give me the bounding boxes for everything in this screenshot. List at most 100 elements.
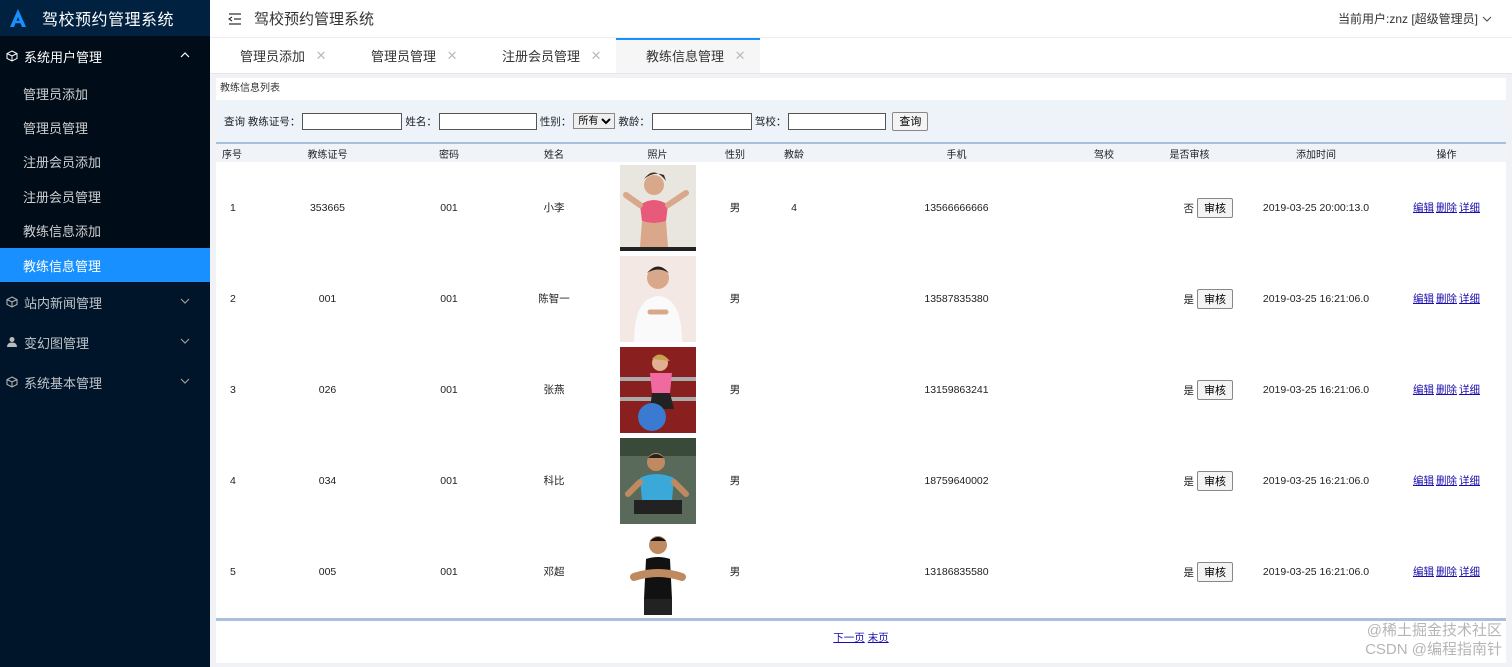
cell-password: 001 <box>440 292 458 305</box>
table-row: 3 026 001 张燕 男 13159863241 是 审核 2019-03-… <box>216 344 1506 435</box>
tab-admin-manage[interactable]: 管理员管理 ✕ <box>341 38 472 73</box>
sidebar-item-coach-add[interactable]: 教练信息添加 <box>0 214 210 248</box>
sidebar-item-label: 教练信息管理 <box>23 258 102 274</box>
sidebar-item-label: 教练信息添加 <box>23 224 102 240</box>
school-input[interactable] <box>788 112 887 130</box>
edit-link[interactable]: 编辑 <box>1413 202 1434 214</box>
name-input[interactable] <box>438 112 537 130</box>
edit-link[interactable]: 编辑 <box>1413 293 1434 305</box>
cell-name: 科比 <box>543 475 565 487</box>
current-user-label: 当前用户:znz [超级管理员] <box>1337 12 1478 26</box>
search-button[interactable]: 查询 <box>892 111 929 131</box>
detail-link[interactable]: 详细 <box>1459 475 1480 487</box>
menu-group-system-basic[interactable]: 系统基本管理 <box>0 362 210 402</box>
brand-title: 驾校预约管理系统 <box>42 12 175 29</box>
cell-teach-age <box>749 344 839 435</box>
table-row: 5 005 001 邓超 男 13186835580 是 审核 2019-03-… <box>216 526 1506 617</box>
audit-status: 是 <box>1183 475 1195 488</box>
last-page-link[interactable]: 末页 <box>868 632 889 644</box>
close-icon[interactable]: ✕ <box>446 48 458 63</box>
delete-link[interactable]: 删除 <box>1436 566 1457 578</box>
logo-icon <box>10 9 26 27</box>
chevron-down-icon <box>180 298 190 305</box>
header-title: 驾校预约管理系统 <box>254 11 375 28</box>
search-bar: 查询 教练证号： 姓名： 性别： 所有 教龄： 驾校： 查询 <box>216 100 1506 142</box>
sidebar: 驾校预约管理系统 系统用户管理 管理员添加 管理员管理 注册会员添加 注册会员管… <box>0 0 210 667</box>
cell-gender: 男 <box>729 384 741 396</box>
detail-link[interactable]: 详细 <box>1459 566 1480 578</box>
cell-phone: 13566666666 <box>924 201 989 214</box>
col-header: 序号 <box>216 144 271 162</box>
sidebar-item-admin-manage[interactable]: 管理员管理 <box>0 110 210 144</box>
close-icon[interactable]: ✕ <box>590 48 602 63</box>
delete-link[interactable]: 删除 <box>1436 202 1457 214</box>
col-header: 驾校 <box>1074 144 1134 162</box>
teach-age-input[interactable] <box>651 112 752 130</box>
cell-gender: 男 <box>729 566 741 578</box>
cell-teach-age <box>749 253 839 344</box>
tab-admin-add[interactable]: 管理员添加 ✕ <box>210 38 341 73</box>
sidebar-item-member-manage[interactable]: 注册会员管理 <box>0 179 210 213</box>
cell-no: 2 <box>230 292 236 305</box>
watermark: @稀土掘金技术社区 CSDN @编程指南针 <box>1365 621 1502 659</box>
audit-button[interactable]: 审核 <box>1197 288 1233 309</box>
cell-added-time: 2019-03-25 20:00:13.0 <box>1262 201 1370 214</box>
cube-icon <box>5 49 19 63</box>
audit-button[interactable]: 审核 <box>1197 561 1233 582</box>
close-icon[interactable]: ✕ <box>734 48 746 63</box>
cell-password: 001 <box>440 383 458 396</box>
sidebar-item-label: 管理员管理 <box>23 121 89 137</box>
sidebar-item-member-add[interactable]: 注册会员添加 <box>0 145 210 179</box>
tab-member-manage[interactable]: 注册会员管理 ✕ <box>472 38 616 73</box>
detail-link[interactable]: 详细 <box>1459 293 1480 305</box>
cell-no: 5 <box>230 565 236 578</box>
menu-group-carousel[interactable]: 变幻图管理 <box>0 322 210 362</box>
coach-photo <box>619 437 696 524</box>
sidebar-item-admin-add[interactable]: 管理员添加 <box>0 76 210 110</box>
detail-link[interactable]: 详细 <box>1459 384 1480 396</box>
next-page-link[interactable]: 下一页 <box>833 632 865 644</box>
brand[interactable]: 驾校预约管理系统 <box>0 0 210 36</box>
sidebar-item-coach-manage[interactable]: 教练信息管理 <box>0 247 210 283</box>
detail-link[interactable]: 详细 <box>1459 202 1480 214</box>
gender-select[interactable]: 所有 <box>573 113 616 129</box>
cell-added-time: 2019-03-25 16:21:06.0 <box>1262 292 1370 305</box>
cell-audit: 是审核 <box>1134 253 1245 344</box>
cell-school <box>1074 526 1134 617</box>
teach-age-label: 教龄： <box>618 115 650 128</box>
coach-photo <box>619 528 696 615</box>
audit-button[interactable]: 审核 <box>1197 470 1233 491</box>
tab-coach-manage[interactable]: 教练信息管理 ✕ <box>616 38 761 73</box>
cell-password: 001 <box>440 201 458 214</box>
delete-link[interactable]: 删除 <box>1436 293 1457 305</box>
cell-gender: 男 <box>729 202 741 214</box>
menu-group-news[interactable]: 站内新闻管理 <box>0 282 210 322</box>
audit-button[interactable]: 审核 <box>1197 379 1233 400</box>
cube-icon <box>5 295 19 309</box>
edit-link[interactable]: 编辑 <box>1413 384 1434 396</box>
cell-teach-age: 4 <box>791 201 797 214</box>
coach-table: 序号 教练证号 密码 姓名 照片 性别 教龄 手机 驾校 是否审核 添加时间 操… <box>216 144 1506 617</box>
cell-no: 1 <box>230 201 236 214</box>
close-icon[interactable]: ✕ <box>315 48 327 63</box>
cell-ops: 编辑 删除 详细 <box>1387 344 1506 435</box>
edit-link[interactable]: 编辑 <box>1413 566 1434 578</box>
coach-photo <box>619 164 696 251</box>
cell-phone: 18759640002 <box>924 474 989 487</box>
delete-link[interactable]: 删除 <box>1436 384 1457 396</box>
menu-fold-icon[interactable] <box>228 12 242 26</box>
name-label: 姓名： <box>405 115 437 128</box>
license-input[interactable] <box>302 112 403 130</box>
current-user-menu[interactable]: 当前用户:znz [超级管理员] <box>1338 10 1492 27</box>
table-row: 4 034 001 科比 男 18759640002 是 审核 2019-03-… <box>216 435 1506 526</box>
edit-link[interactable]: 编辑 <box>1413 475 1434 487</box>
menu-group-system-users[interactable]: 系统用户管理 <box>0 36 210 76</box>
col-header: 教练证号 <box>271 144 384 162</box>
cell-teach-age <box>749 526 839 617</box>
audit-button[interactable]: 审核 <box>1197 197 1233 218</box>
delete-link[interactable]: 删除 <box>1436 475 1457 487</box>
cell-password: 001 <box>440 474 458 487</box>
chevron-down-icon <box>180 338 190 345</box>
tab-label: 管理员管理 <box>371 49 437 64</box>
tab-label: 注册会员管理 <box>502 49 581 64</box>
